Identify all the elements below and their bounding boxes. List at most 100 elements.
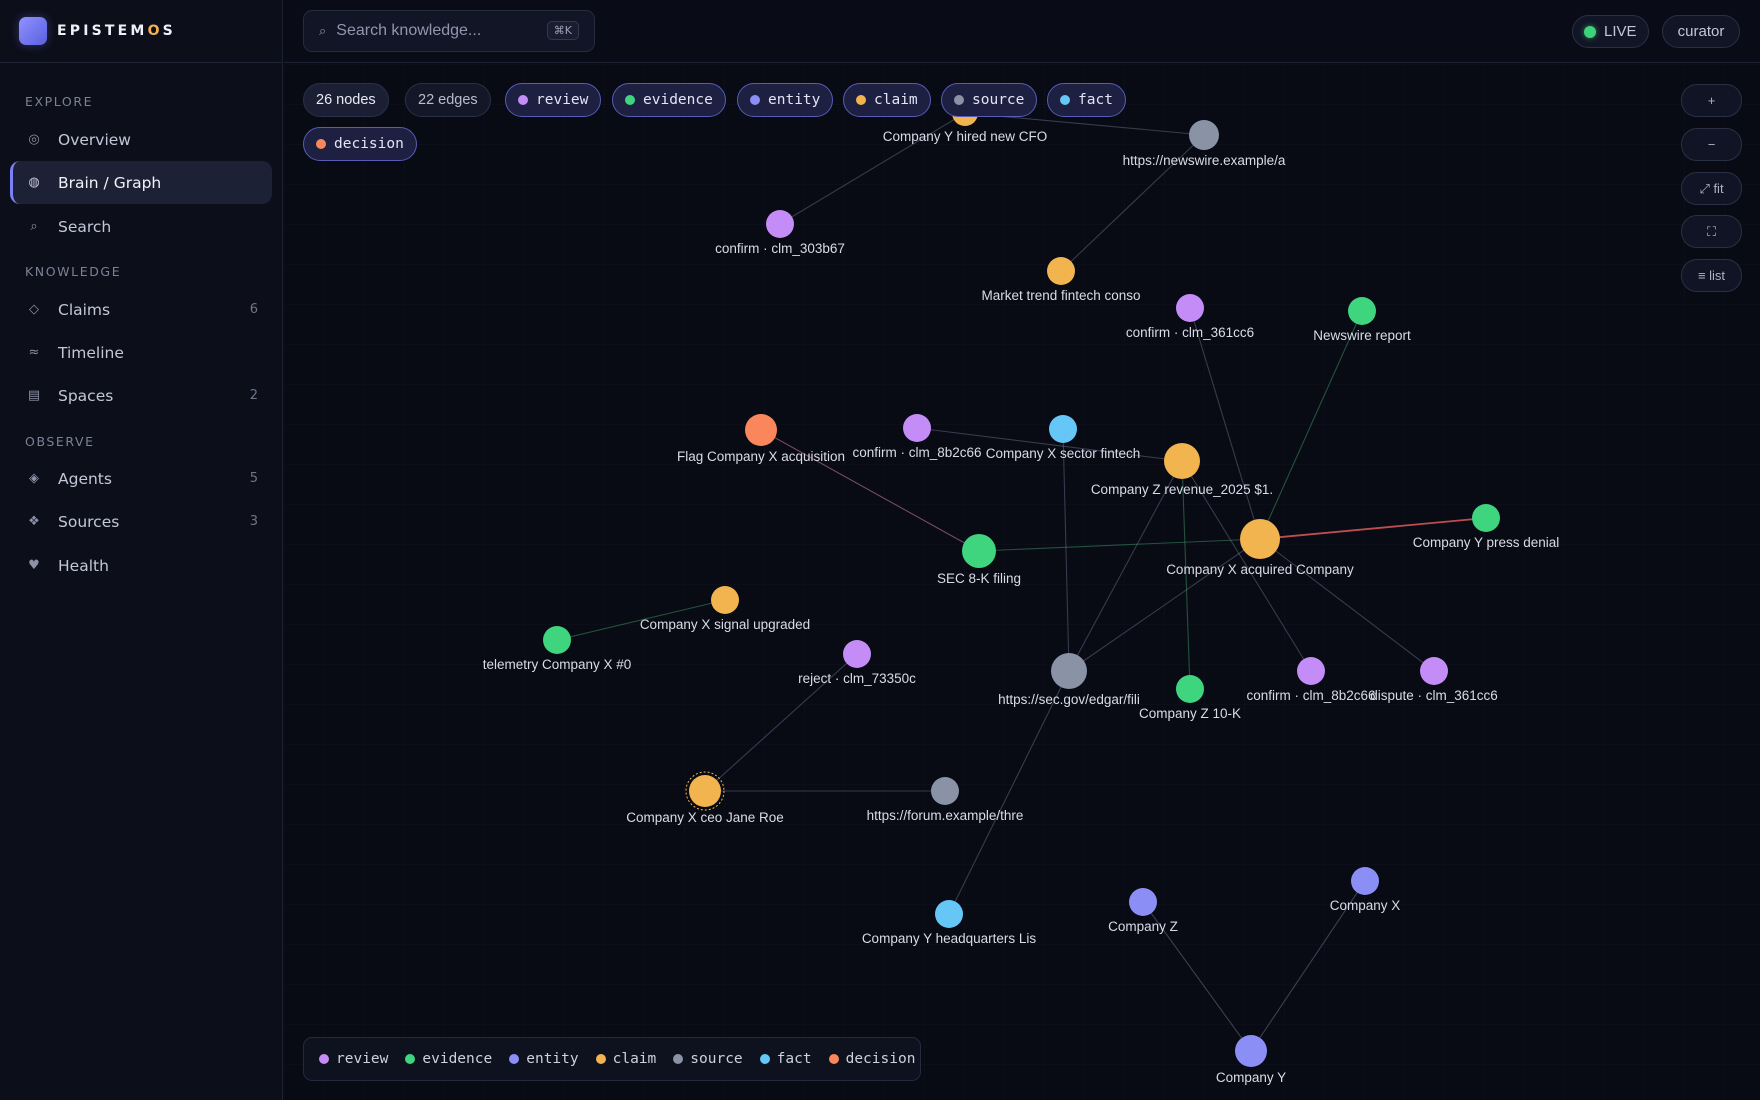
filter-chip-source[interactable]: source xyxy=(941,83,1038,117)
claim-dot-icon xyxy=(595,1054,606,1064)
search-icon: ⌕ xyxy=(319,23,327,39)
node-label: https://sec.gov/edgar/fili xyxy=(998,692,1140,707)
heart-icon: ♥ xyxy=(28,558,40,573)
node-label: Company Y headquarters Lis xyxy=(862,931,1037,946)
node-label: Company Z xyxy=(1108,919,1178,934)
overview-icon: ◎ xyxy=(28,132,40,147)
node-circle[interactable] xyxy=(1176,675,1204,703)
sidebar-item-label: Search xyxy=(58,217,112,236)
fit-button[interactable]: ⤢ fit xyxy=(1681,172,1742,205)
node-circle[interactable] xyxy=(1235,1035,1267,1067)
source-dot-icon xyxy=(954,95,964,105)
evidence-dot-icon xyxy=(625,95,635,105)
node-circle[interactable] xyxy=(1047,257,1075,285)
graph-legend: review evidence entity claim source fact… xyxy=(303,1037,921,1081)
live-indicator[interactable]: LIVE xyxy=(1572,15,1649,48)
graph-canvas[interactable]: Company Y hired new CFO https://newswire.… xyxy=(284,64,1760,1100)
sidebar-item-agents[interactable]: ◈ Agents 5 xyxy=(10,457,272,500)
node-circle[interactable] xyxy=(711,586,739,614)
node-circle[interactable] xyxy=(1351,867,1379,895)
node-circle[interactable] xyxy=(1348,297,1376,325)
entity-dot-icon xyxy=(750,95,760,105)
node-circle[interactable] xyxy=(1164,443,1200,479)
node-label: telemetry Company X #0 xyxy=(483,657,632,672)
node-circle[interactable] xyxy=(903,414,931,442)
node-circle[interactable] xyxy=(766,210,794,238)
sidebar-item-label: Timeline xyxy=(58,343,124,362)
sidebar-item-claims[interactable]: ◇ Claims 6 xyxy=(10,288,272,331)
node-circle[interactable] xyxy=(689,775,721,807)
zoom-out-button[interactable]: − xyxy=(1681,128,1742,161)
legend-item-evidence: evidence xyxy=(405,1051,492,1067)
filter-chip-decision[interactable]: decision xyxy=(303,127,417,161)
legend-item-review: review xyxy=(319,1051,388,1067)
section-label-knowledge: KNOWLEDGE xyxy=(25,264,122,279)
node-circle[interactable] xyxy=(1051,653,1087,689)
sources-count: 3 xyxy=(249,514,258,529)
section-label-explore: EXPLORE xyxy=(25,94,94,109)
filter-chip-review[interactable]: review xyxy=(505,83,602,117)
node-circle[interactable] xyxy=(1049,415,1077,443)
sidebar-item-label: Overview xyxy=(58,130,131,149)
node-circle[interactable] xyxy=(962,534,996,568)
node-circle[interactable] xyxy=(1176,294,1204,322)
sidebar-item-search[interactable]: ⌕ Search xyxy=(10,205,272,248)
agents-count: 5 xyxy=(249,471,258,486)
node-label: Company X sector fintech xyxy=(986,446,1141,461)
sidebar-item-brain-graph[interactable]: ◍ Brain / Graph xyxy=(10,161,272,204)
live-label: LIVE xyxy=(1604,23,1637,40)
search-box[interactable]: ⌕ ⌘K xyxy=(303,10,595,52)
node-count-chip[interactable]: 26 nodes xyxy=(303,83,389,117)
list-view-button[interactable]: ≡ list xyxy=(1681,259,1742,292)
sidebar-item-label: Claims xyxy=(58,300,111,319)
live-dot-icon xyxy=(1584,25,1596,38)
sidebar-item-spaces[interactable]: ▤ Spaces 2 xyxy=(10,374,272,417)
legend-item-fact: fact xyxy=(759,1051,812,1067)
node-circle[interactable] xyxy=(843,640,871,668)
node-label: Market trend fintech conso xyxy=(981,288,1140,303)
node-circle[interactable] xyxy=(1129,888,1157,916)
zoom-in-button[interactable]: + xyxy=(1681,84,1742,117)
node-circle[interactable] xyxy=(745,414,777,446)
node-label: SEC 8-K filing xyxy=(937,571,1021,586)
node-label: Newswire report xyxy=(1313,328,1411,343)
review-dot-icon xyxy=(518,95,528,105)
node-label: Company X ceo Jane Roe xyxy=(626,810,784,825)
sidebar-item-timeline[interactable]: ≈ Timeline xyxy=(10,331,272,374)
sidebar-item-overview[interactable]: ◎ Overview xyxy=(10,118,272,161)
node-label: Company Y xyxy=(1216,1070,1286,1085)
fact-dot-icon xyxy=(759,1054,770,1064)
decision-dot-icon xyxy=(316,139,326,149)
filter-chip-evidence[interactable]: evidence xyxy=(612,83,726,117)
node-label: https://newswire.example/a xyxy=(1123,153,1286,168)
node-circle[interactable] xyxy=(543,626,571,654)
node-circle[interactable] xyxy=(935,900,963,928)
node-circle[interactable] xyxy=(1297,657,1325,685)
node-label: confirm · clm_303b67 xyxy=(715,241,845,256)
node-label: dispute · clm_361cc6 xyxy=(1370,688,1498,703)
search-input[interactable] xyxy=(336,22,537,40)
sources-icon: ❖ xyxy=(28,514,40,529)
sidebar-item-sources[interactable]: ❖ Sources 3 xyxy=(10,500,272,543)
sidebar-item-health[interactable]: ♥ Health xyxy=(10,544,272,587)
fullscreen-button[interactable]: ⛶ xyxy=(1681,215,1742,248)
user-menu-button[interactable]: curator xyxy=(1662,15,1740,48)
node-circle[interactable] xyxy=(1420,657,1448,685)
edge-count-chip[interactable]: 22 edges xyxy=(405,83,491,117)
node-label: Company Y press denial xyxy=(1413,535,1560,550)
sidebar-item-label: Brain / Graph xyxy=(58,173,162,192)
filter-chip-entity[interactable]: entity xyxy=(737,83,834,117)
node-label: Company Z revenue_2025 $1. xyxy=(1091,482,1273,497)
node-label: Company X signal upgraded xyxy=(640,617,810,632)
claim-dot-icon xyxy=(856,95,866,105)
node-circle[interactable] xyxy=(1240,519,1280,559)
brand-name: EPISTEMOS xyxy=(57,23,176,39)
filter-chip-fact[interactable]: fact xyxy=(1047,83,1126,117)
node-circle[interactable] xyxy=(1189,120,1219,150)
node-circle[interactable] xyxy=(931,777,959,805)
brand[interactable]: EPISTEMOS xyxy=(0,0,282,63)
node-circle[interactable] xyxy=(1472,504,1500,532)
section-label-observe: OBSERVE xyxy=(25,434,95,449)
knowledge-graph[interactable]: Company Y hired new CFO https://newswire.… xyxy=(284,64,1760,1100)
filter-chip-claim[interactable]: claim xyxy=(843,83,931,117)
